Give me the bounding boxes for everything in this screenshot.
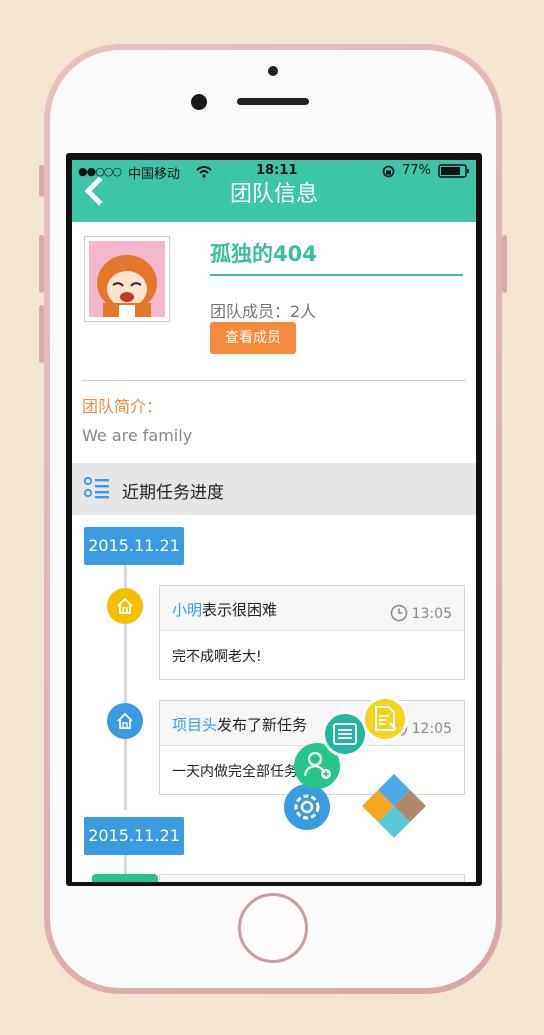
- task-action: 发布了新任务: [217, 716, 308, 734]
- clock-icon: [390, 604, 408, 622]
- task-time: 12:05: [411, 721, 452, 737]
- task-action: 表示很困难: [202, 601, 278, 619]
- diamond-menu-icon[interactable]: [358, 770, 430, 842]
- task-message: 一天内做完全部任务: [172, 764, 298, 780]
- task-card-body: 完不成啊老大!: [160, 631, 464, 679]
- header-bar: ●●○○○ 中国移动 18:11 77% 团队信息: [72, 160, 476, 222]
- timeline-node: [107, 588, 143, 624]
- date-badge: 2015.11.21: [84, 527, 184, 565]
- task-card-header: 项目头发布了新任务 12:05: [160, 701, 464, 746]
- fab-settings[interactable]: [284, 784, 330, 830]
- task-card[interactable]: [159, 874, 465, 882]
- home-icon: [117, 597, 133, 614]
- edit-document-icon: [375, 706, 397, 731]
- silent-switch: [39, 165, 44, 197]
- task-user[interactable]: 小明: [172, 601, 202, 619]
- home-icon: [117, 712, 133, 729]
- task-title: 小明表示很困难: [172, 599, 277, 620]
- app-screen: ●●○○○ 中国移动 18:11 77% 团队信息 孤独的404 团队成员：2人…: [72, 160, 476, 882]
- fab-edit-document[interactable]: [362, 696, 408, 742]
- task-message: 完不成啊老大!: [172, 649, 262, 665]
- date-badge: 2015.11.21: [84, 817, 184, 855]
- team-avatar-image: [89, 241, 165, 317]
- task-list-icon: [333, 723, 357, 745]
- volume-down-button: [39, 305, 44, 363]
- task-card[interactable]: 小明表示很困难 13:05 完不成啊老大!: [159, 585, 465, 680]
- home-button[interactable]: [238, 893, 308, 963]
- front-camera: [191, 94, 207, 110]
- proximity-sensor: [268, 66, 278, 76]
- power-button: [502, 235, 507, 293]
- timeline-node: [107, 703, 143, 739]
- divider: [82, 380, 466, 381]
- earpiece-speaker: [237, 98, 309, 105]
- task-time: 13:05: [411, 606, 452, 622]
- team-name: 孤独的404: [210, 242, 317, 266]
- team-intro-text: We are family: [82, 426, 193, 445]
- list-icon: [84, 477, 109, 499]
- task-card-header: 小明表示很困难 13:05: [160, 586, 464, 631]
- section-title: 近期任务进度: [122, 483, 224, 503]
- timeline-node: [92, 874, 158, 882]
- page-title: 团队信息: [229, 182, 318, 207]
- team-avatar: [84, 236, 170, 322]
- team-intro-label: 团队简介：: [82, 397, 163, 416]
- team-name-underline: [210, 274, 463, 276]
- task-title: 项目头发布了新任务: [172, 714, 307, 735]
- task-user[interactable]: 项目头: [172, 716, 217, 734]
- recent-progress-section: 近期任务进度: [72, 463, 476, 515]
- team-members-count: 团队成员：2人: [210, 302, 317, 321]
- settings-gear-icon: [294, 794, 320, 820]
- volume-up-button: [39, 235, 44, 293]
- view-members-button[interactable]: 查看成员: [210, 322, 296, 354]
